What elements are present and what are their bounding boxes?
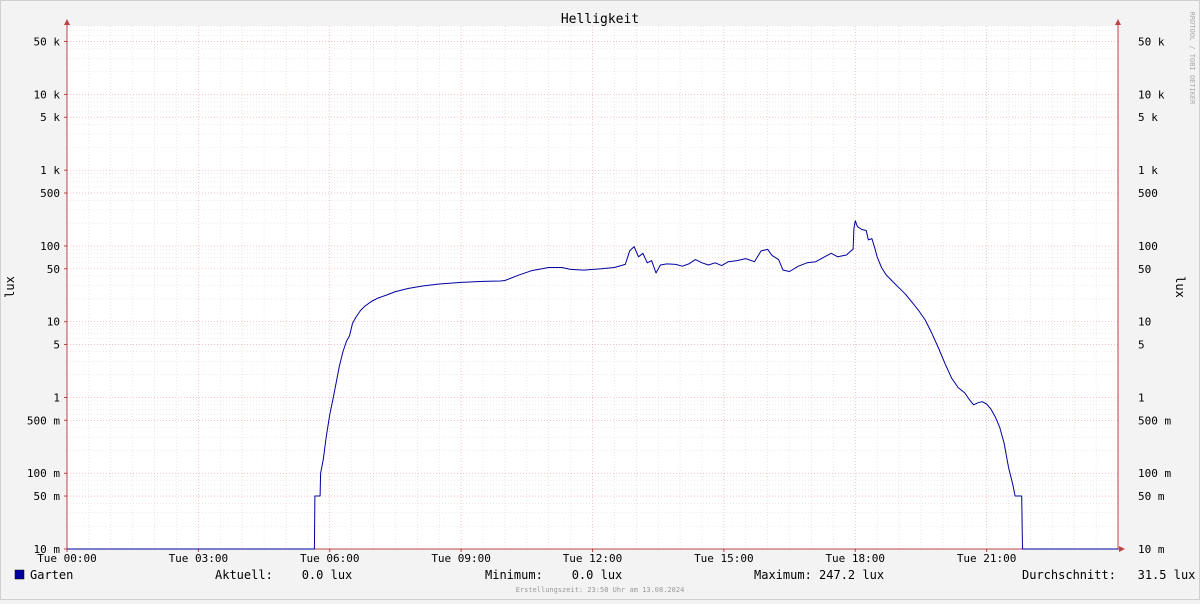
y-tick-label-right: 10 k: [1138, 88, 1165, 101]
x-tick-label: Tue 15:00: [694, 552, 754, 565]
y-tick-label-left: 500: [40, 187, 60, 200]
y-tick-label-right: 500 m: [1138, 414, 1171, 427]
y-tick-label-right: 50: [1138, 263, 1151, 276]
y-tick-label-left: 50 k: [34, 35, 61, 48]
legend-series-name: Garten: [30, 568, 73, 582]
y-tick-label-left: 1 k: [40, 164, 60, 177]
watermark: RRDTOOL / TOBI OETIKER: [1188, 12, 1196, 106]
x-tick-label: Tue 12:00: [563, 552, 623, 565]
y-tick-label-left: 5 k: [40, 111, 60, 124]
y-tick-label-right: 50 m: [1138, 490, 1165, 503]
y-tick-label-left: 100 m: [27, 467, 60, 480]
legend-minimum: Minimum: 0.0 lux: [485, 568, 622, 582]
y-tick-label-right: 500: [1138, 187, 1158, 200]
y-tick-label-right: 5: [1138, 339, 1145, 352]
y-tick-label-right: 10 m: [1138, 543, 1165, 556]
legend-aktuell: Aktuell: 0.0 lux: [215, 568, 352, 582]
y-tick-label-left: 500 m: [27, 414, 60, 427]
chart-container: 50 k 50 k 10 k 10 k 5 k 5 k 1 k 1 k 500 500 100 100…: [0, 0, 1200, 600]
x-tick-label: Tue 18:00: [825, 552, 885, 565]
legend-swatch: [14, 569, 25, 580]
y-tick-label-left: 50: [47, 263, 60, 276]
chart-title: Helligkeit: [561, 12, 639, 27]
legend-maximum: Maximum: 247.2 lux: [754, 568, 884, 582]
x-tick-label: Tue 21:00: [957, 552, 1017, 565]
x-tick-label: Tue 06:00: [300, 552, 360, 565]
y-tick-label-right: 100 m: [1138, 467, 1171, 480]
legend-durchschnitt: Durchschnitt: 31.5 lux: [1022, 568, 1195, 582]
x-tick-label: Tue 00:00: [37, 552, 97, 565]
brightness-chart: 50 k 50 k 10 k 10 k 5 k 5 k 1 k 1 k 500 500 100 100…: [0, 0, 1200, 600]
y-tick-label-left: 5: [53, 339, 60, 352]
y-tick-label-right: 1: [1138, 391, 1145, 404]
y-tick-label-left: 10 k: [34, 88, 61, 101]
y-tick-label-left: 1: [53, 391, 60, 404]
x-tick-label: Tue 09:00: [431, 552, 491, 565]
x-tick-label: Tue 03:00: [169, 552, 229, 565]
creation-timestamp: Erstellungszeit: 23:58 Uhr am 13.08.2024: [516, 586, 685, 594]
y-tick-label-right: 10: [1138, 316, 1151, 329]
y-tick-label-left: 100: [40, 240, 60, 253]
y-tick-label-left: 50 m: [34, 490, 61, 503]
y-tick-label-right: 5 k: [1138, 111, 1158, 124]
y-tick-label-right: 1 k: [1138, 164, 1158, 177]
y-axis-label-right: lux: [1173, 276, 1187, 298]
y-tick-label-left: 10: [47, 316, 60, 329]
y-axis-label-left: lux: [3, 276, 17, 298]
y-tick-label-right: 100: [1138, 240, 1158, 253]
y-tick-label-right: 50 k: [1138, 35, 1165, 48]
